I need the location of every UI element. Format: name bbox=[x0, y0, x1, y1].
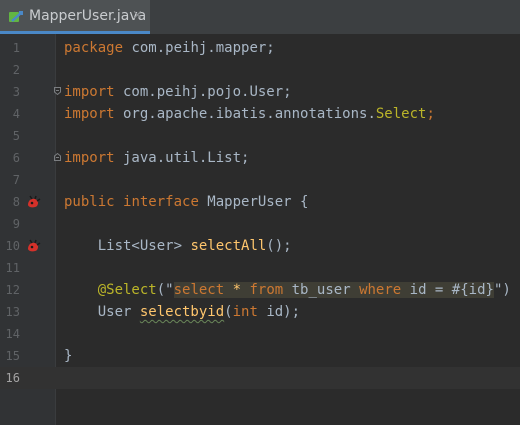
line-number: 8 bbox=[12, 195, 20, 209]
code-text: public interface MapperUser { bbox=[64, 194, 309, 210]
code-text: import java.util.List; bbox=[64, 150, 250, 166]
code-line-5[interactable]: 5 bbox=[0, 125, 520, 147]
code-line-1[interactable]: 1 package com.peihj.mapper; bbox=[0, 37, 520, 59]
code-text: import com.peihj.pojo.User; bbox=[64, 84, 292, 100]
line-number: 5 bbox=[12, 129, 20, 143]
code-line-11[interactable]: 11 bbox=[0, 257, 520, 279]
code-text: package com.peihj.mapper; bbox=[64, 40, 275, 56]
code-line-8[interactable]: 8 public interface MapperUser { bbox=[0, 191, 520, 213]
code-line-9[interactable]: 9 bbox=[0, 213, 520, 235]
code-line-16[interactable]: 16 bbox=[0, 367, 520, 389]
code-line-12[interactable]: 12 @Select("select * from tb_user where … bbox=[0, 279, 520, 301]
editor-tab-bar: MapperUser.java × bbox=[0, 0, 520, 34]
close-icon[interactable]: × bbox=[132, 8, 143, 23]
fold-icon[interactable] bbox=[54, 153, 61, 161]
mybatis-bean-icon[interactable] bbox=[26, 195, 42, 209]
line-number: 7 bbox=[12, 173, 20, 187]
fold-icon[interactable] bbox=[54, 87, 61, 95]
code-text: } bbox=[64, 348, 73, 364]
line-number: 2 bbox=[12, 63, 20, 77]
java-interface-icon bbox=[9, 11, 23, 22]
code-line-7[interactable]: 7 bbox=[0, 169, 520, 191]
code-text: User selectbyid(int id); bbox=[64, 304, 301, 320]
line-number: 6 bbox=[12, 151, 20, 165]
line-number: 15 bbox=[5, 349, 20, 363]
code-line-3[interactable]: 3 import com.peihj.pojo.User; bbox=[0, 81, 520, 103]
mybatis-bean-icon[interactable] bbox=[26, 239, 42, 253]
tab-mapperuser-java[interactable]: MapperUser.java × bbox=[0, 0, 150, 34]
line-number: 14 bbox=[5, 327, 20, 341]
line-number: 1 bbox=[12, 41, 20, 55]
code-text: @Select("select * from tb_user where id … bbox=[97, 282, 511, 298]
line-number: 9 bbox=[12, 217, 20, 231]
line-number: 4 bbox=[12, 107, 20, 121]
code-line-6[interactable]: 6 import java.util.List; bbox=[0, 147, 520, 169]
line-number: 10 bbox=[5, 239, 20, 253]
tab-filename: MapperUser.java bbox=[29, 8, 147, 24]
code-line-15[interactable]: 15 } bbox=[0, 345, 520, 367]
code-line-14[interactable]: 14 bbox=[0, 323, 520, 345]
line-number: 12 bbox=[5, 283, 20, 297]
code-editor[interactable]: 1 package com.peihj.mapper; 2 3 import c… bbox=[0, 34, 520, 425]
line-number: 3 bbox=[12, 85, 20, 99]
code-line-2[interactable]: 2 bbox=[0, 59, 520, 81]
line-number: 16 bbox=[5, 371, 20, 385]
code-text: import org.apache.ibatis.annotations.Sel… bbox=[64, 106, 435, 122]
line-number: 13 bbox=[5, 305, 20, 319]
code-line-4[interactable]: 4 import org.apache.ibatis.annotations.S… bbox=[0, 103, 520, 125]
code-line-10[interactable]: 10 List<User> selectAll(); bbox=[0, 235, 520, 257]
code-line-13[interactable]: 13 User selectbyid(int id); bbox=[0, 301, 520, 323]
injected-sql: select * from tb_user where id = #{id} bbox=[173, 282, 494, 298]
code-text: List<User> selectAll(); bbox=[64, 238, 292, 254]
line-number: 11 bbox=[5, 261, 20, 275]
